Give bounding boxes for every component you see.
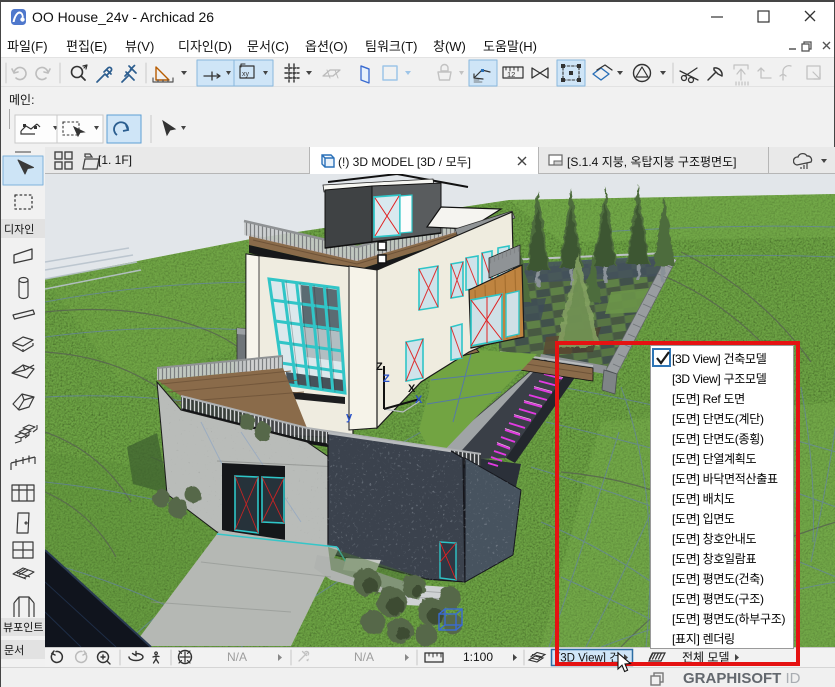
svg-text:X: X [415,394,423,406]
svg-text:N/A: N/A [354,650,374,664]
svg-text:디자인: 디자인 [4,223,34,236]
svg-text:1:100: 1:100 [463,650,493,664]
svg-text:Z: Z [383,373,390,385]
svg-text:문서: 문서 [4,644,24,657]
svg-text:xy: xy [242,71,250,78]
svg-text:N/A: N/A [227,650,247,664]
svg-text:12: 12 [507,70,515,79]
svg-text:Z: Z [376,361,383,373]
svg-text:전체 모델: 전체 모델 [682,651,730,665]
svg-text:y: y [346,411,353,423]
svg-text:뷰포인트: 뷰포인트 [3,621,43,634]
